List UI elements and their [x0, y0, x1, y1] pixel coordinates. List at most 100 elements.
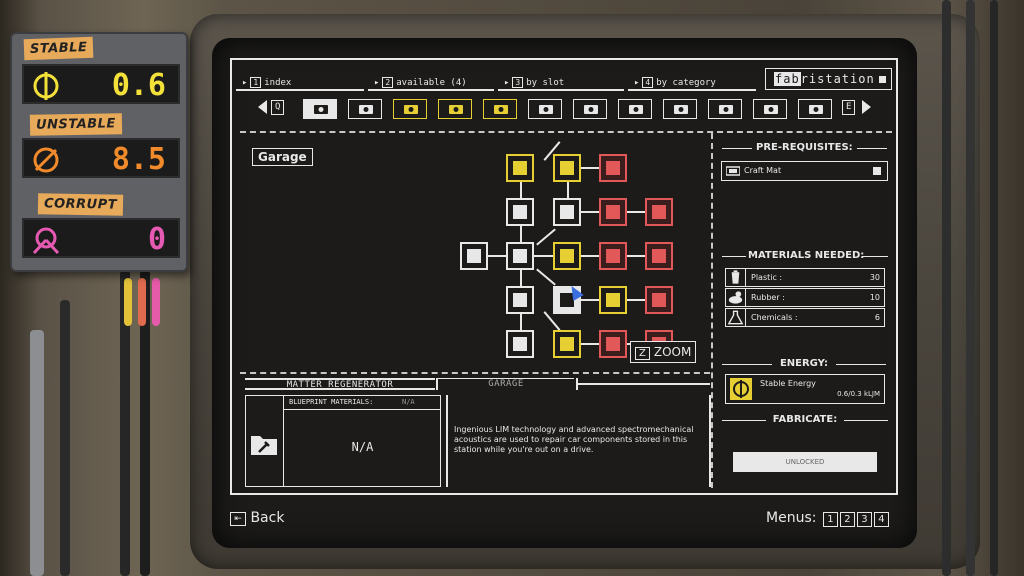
category-box-icon[interactable]	[483, 99, 517, 119]
tree-node-5[interactable]	[553, 198, 581, 226]
tree-connector	[534, 255, 553, 257]
tree-connector	[627, 255, 645, 257]
menu-3-button[interactable]: 3	[856, 512, 872, 527]
tree-node-10[interactable]	[599, 242, 627, 270]
category-car-icon[interactable]	[573, 99, 607, 119]
brand-square-icon	[879, 76, 886, 83]
material-name: Chemicals	[751, 313, 793, 322]
blueprint-title: BLUEPRINT MATERIALS:	[289, 398, 374, 406]
tab-matter-regenerator[interactable]: MATTER REGENERATOR	[245, 378, 435, 390]
blueprint-icon	[606, 249, 620, 263]
tree-node-3[interactable]	[599, 154, 627, 182]
tab-by-slot-key: 3	[512, 77, 524, 88]
tree-node-13[interactable]	[599, 286, 627, 314]
prev-category-arrow-icon[interactable]	[258, 100, 267, 114]
category-gear-icon[interactable]	[348, 99, 382, 119]
category-crane-icon[interactable]	[753, 99, 787, 119]
tree-node-15[interactable]	[506, 330, 534, 358]
cable	[60, 300, 70, 576]
blueprint-icon	[513, 205, 527, 219]
plastic-icon	[731, 269, 746, 286]
tab-available[interactable]: ▸ 2 available (4)	[368, 76, 494, 91]
back-label: Back	[250, 510, 285, 526]
category-engine-icon[interactable]	[708, 99, 742, 119]
tab-available-key: 2	[382, 77, 394, 88]
stable-value: 0.6	[111, 68, 166, 103]
menu-2-button[interactable]: 2	[839, 512, 855, 527]
prereq-item-label: Craft Mat	[744, 166, 782, 175]
tree-node-root[interactable]	[506, 242, 534, 270]
tree-node-6[interactable]	[599, 198, 627, 226]
cable	[990, 0, 998, 576]
prev-category-key[interactable]: Q	[271, 100, 285, 115]
tab-index-key: 1	[250, 77, 262, 88]
prereq-item[interactable]: Craft Mat	[721, 161, 888, 181]
divider	[722, 148, 752, 149]
stable-energy-icon	[730, 378, 752, 400]
device-icon	[809, 105, 823, 114]
tree-node-11[interactable]	[645, 242, 673, 270]
zoom-label: ZOOM	[653, 345, 692, 359]
category-drink-icon[interactable]	[438, 99, 472, 119]
tree-node-8[interactable]	[460, 242, 488, 270]
fabricate-button[interactable]: UNLOCKED	[733, 452, 877, 472]
tree-node-12[interactable]	[506, 286, 534, 314]
divider	[857, 148, 887, 149]
divider	[722, 364, 772, 365]
material-row-plastic: Plastic : 30	[725, 268, 885, 287]
tab-available-label: available (4)	[396, 78, 467, 88]
menu-4-button[interactable]: 4	[873, 512, 889, 527]
chassis-icon	[674, 105, 688, 114]
drink-icon	[449, 105, 463, 114]
material-row-chemicals: Chemicals : 6	[725, 308, 885, 327]
tree-connector	[581, 299, 599, 301]
category-car-side-icon[interactable]	[618, 99, 652, 119]
category-fabricator-icon[interactable]	[303, 99, 337, 119]
blueprint-icon	[652, 293, 666, 307]
blueprint-icon	[652, 249, 666, 263]
back-button[interactable]: ⇤ Back	[230, 510, 284, 526]
tree-node-17[interactable]	[599, 330, 627, 358]
tree-node-9[interactable]	[553, 242, 581, 270]
tree-node-1[interactable]	[506, 154, 534, 182]
blueprint-icon	[606, 205, 620, 219]
tree-node-16[interactable]	[553, 330, 581, 358]
menus-label: Menus:	[766, 510, 817, 526]
tab-by-category[interactable]: ▸ 4 by category	[628, 76, 756, 91]
blueprint-icon	[513, 249, 527, 263]
material-qty: 30	[869, 273, 880, 282]
material-row-rubber: Rubber : 10	[725, 288, 885, 307]
tab-by-slot[interactable]: ▸ 3 by slot	[498, 76, 624, 91]
divider	[711, 133, 713, 488]
blueprint-icon	[560, 161, 574, 175]
category-tire-icon[interactable]	[528, 99, 562, 119]
category-chassis-icon[interactable]	[663, 99, 697, 119]
materials-title: MATERIALS NEEDED:	[748, 250, 865, 261]
tree-connector	[520, 182, 522, 198]
category-device-icon[interactable]	[798, 99, 832, 119]
next-category-key[interactable]: E	[842, 100, 856, 115]
tree-node-4[interactable]	[506, 198, 534, 226]
tab-garage[interactable]: GARAGE	[438, 378, 574, 390]
corrupt-display: 0	[22, 218, 180, 258]
tree-connector	[581, 343, 599, 345]
divider	[862, 256, 888, 257]
material-name: Rubber	[751, 293, 780, 302]
flask-icon	[727, 309, 746, 326]
cable	[966, 0, 975, 576]
material-sep: :	[794, 313, 798, 322]
tree-node-7[interactable]	[645, 198, 673, 226]
category-tools-icon[interactable]	[393, 99, 427, 119]
tree-connector	[581, 255, 599, 257]
corrupt-value: 0	[147, 222, 166, 257]
next-category-arrow-icon[interactable]	[862, 100, 871, 114]
divider	[844, 420, 888, 421]
menu-1-button[interactable]: 1	[822, 512, 838, 527]
zoom-button[interactable]: Z ZOOM	[630, 341, 696, 363]
cable	[30, 330, 44, 576]
tree-node-14[interactable]	[645, 286, 673, 314]
corrupt-label: CORRUPT	[37, 193, 124, 216]
tree-node-2[interactable]	[553, 154, 581, 182]
tab-index[interactable]: ▸ 1 index	[236, 76, 364, 91]
blueprint-icon	[467, 249, 481, 263]
